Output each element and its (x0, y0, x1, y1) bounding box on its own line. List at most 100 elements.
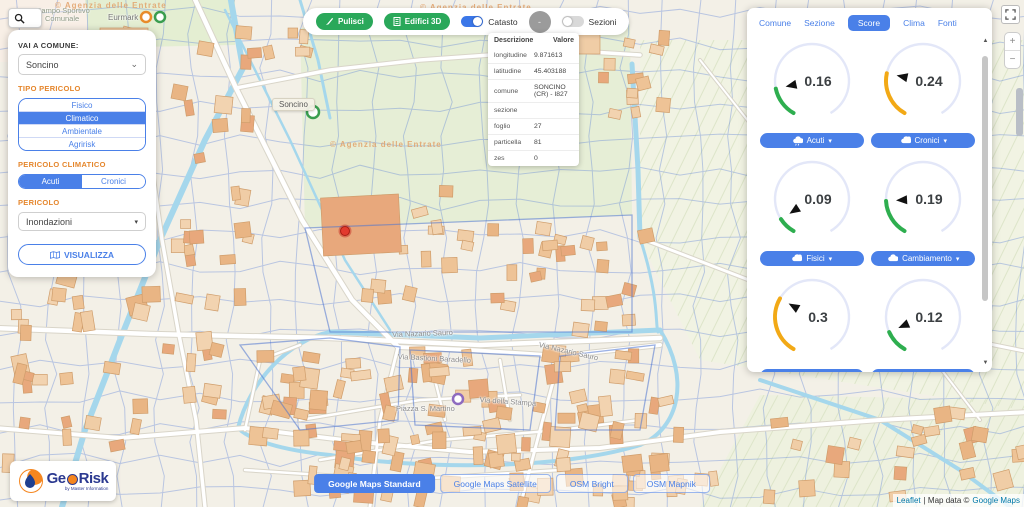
acuti-dropdown-button[interactable]: Acuti ▾ (760, 133, 864, 148)
popup-row-value: 27 (534, 119, 579, 134)
popup-row-value: 9.871613 (534, 48, 579, 63)
popup-row-label: comune (488, 84, 534, 99)
gauge-dial: 0.16 (766, 35, 858, 127)
map-attribution: Leaflet | Map data © Google Maps (893, 494, 1024, 507)
cambiamento-dropdown-button[interactable]: Cambiamento ▾ (871, 251, 975, 266)
comune-select[interactable]: Soncino ⌄ (18, 54, 146, 75)
gauge-pointer (788, 304, 800, 313)
gauge-dial: 0.09 (766, 153, 858, 245)
score-panel: Comune Sezione Score Clima Fonti 0.16 Acuti … (747, 8, 992, 372)
inquinamento-dropdown-button[interactable]: Inquinamento ▾ (760, 369, 864, 372)
popup-row-value (534, 107, 579, 115)
tipo-option-fisico[interactable]: Fisico (19, 99, 145, 111)
tipo-option-climatico[interactable]: Climatico (19, 111, 145, 124)
drop-icon (891, 371, 902, 373)
scrollbar-thumb[interactable] (982, 56, 988, 301)
fisici-dropdown-button[interactable]: Fisici ▾ (760, 251, 864, 266)
popup-row-label: particella (488, 135, 534, 150)
gauge-biodiversità: 0.12 Biodiversità ▾ (869, 271, 979, 372)
search-button[interactable] (8, 8, 42, 28)
logo-text-geo: Ge (47, 471, 66, 486)
sezioni-switch[interactable] (562, 16, 584, 27)
georisk-logo: Ge Risk by Master Information (10, 461, 116, 501)
pericolo-label: PERICOLO (18, 198, 146, 207)
app-window: SoncinoCampo SportivoComunaleEurmark© Ag… (0, 0, 1024, 507)
tipo-option-agririsk[interactable]: Agririsk (19, 137, 145, 150)
tipo-pericolo-label: TIPO PERICOLO (18, 84, 146, 93)
edifici-3d-button[interactable]: Edifici 3D (384, 13, 450, 30)
map-toolbar: Pulisci Edifici 3D Catasto - Sezioni (303, 8, 629, 35)
logo-text-risk: Risk (79, 471, 109, 486)
building-icon (393, 17, 401, 26)
tab-comune[interactable]: Comune (759, 15, 791, 31)
popup-row-label: latitudine (488, 64, 534, 79)
catasto-label: Catasto (488, 17, 517, 27)
pericolo-select-value: Inondazioni (26, 217, 72, 227)
climatico-option-acuti[interactable]: Acuti (19, 175, 82, 188)
tab-clima[interactable]: Clima (903, 15, 925, 31)
logo-tagline: by Master Information (65, 487, 109, 492)
biodiversità-dropdown-button[interactable]: Biodiversità ▾ (871, 369, 975, 372)
zoom-out-button[interactable]: − (1005, 51, 1020, 68)
map-marker[interactable] (339, 225, 352, 238)
sezioni-label: Sezioni (589, 17, 617, 27)
brush-icon (325, 17, 334, 26)
sezioni-toggle[interactable]: Sezioni (562, 16, 617, 27)
google-maps-link[interactable]: Google Maps (972, 496, 1020, 505)
climatico-option-cronici[interactable]: Cronici (82, 175, 145, 188)
scroll-up-icon[interactable]: ▲ (981, 38, 990, 44)
catasto-toggle[interactable]: Catasto (461, 16, 517, 27)
edifici-3d-label: Edifici 3D (405, 17, 441, 26)
gauge-dial: 0.19 (877, 153, 969, 245)
cloud-icon (776, 371, 787, 373)
popup-row-latitudine: latitudine45.403188 (488, 63, 579, 79)
popup-row-value: SONCINO (CR) - I827 (534, 80, 579, 102)
popup-header-descrizione: Descrizione (488, 33, 534, 48)
popup-row-label: foglio (488, 119, 534, 134)
tab-score[interactable]: Score (848, 15, 890, 31)
tipo-pericolo-group: FisicoClimaticoAmbientaleAgririsk (18, 98, 146, 151)
zoom-in-button[interactable]: + (1005, 33, 1020, 51)
leaflet-link[interactable]: Leaflet (897, 496, 921, 505)
cronici-dropdown-button[interactable]: Cronici ▾ (871, 133, 975, 148)
pulisci-button[interactable]: Pulisci (316, 13, 373, 30)
popup-header-valore: Valore (534, 33, 579, 48)
pericolo-select[interactable]: Inondazioni ▾ (18, 212, 146, 231)
panel-scrollbar[interactable]: ▲ ▼ (981, 38, 990, 366)
visualizza-label: VISUALIZZA (64, 250, 114, 260)
scroll-down-icon[interactable]: ▼ (981, 360, 990, 366)
gauge-pointer (897, 73, 909, 82)
gauge-fisici: 0.09 Fisici ▾ (757, 153, 867, 266)
attribution-text: | Map data © (924, 496, 970, 505)
gauge-acuti: 0.16 Acuti ▾ (757, 35, 867, 148)
left-control-panel: VAI A COMUNE: Soncino ⌄ TIPO PERICOLO Fi… (8, 30, 156, 277)
catasto-switch[interactable] (461, 16, 483, 27)
cloud-icon (887, 253, 898, 265)
gauge-cambiamento: 0.19 Cambiamento ▾ (869, 153, 979, 266)
globe-icon (67, 474, 78, 485)
visualizza-button[interactable]: VISUALIZZA (18, 244, 146, 265)
gauge-value: 0.16 (804, 73, 831, 89)
basemap-osm-bright[interactable]: OSM Bright (556, 474, 628, 493)
gauge-pointer (896, 195, 907, 204)
caret-down-icon: ▾ (943, 137, 947, 145)
popup-row-sezione: sezione (488, 102, 579, 118)
fullscreen-button[interactable] (1001, 5, 1020, 24)
tab-fonti[interactable]: Fonti (938, 15, 957, 31)
basemap-osm-mapnik[interactable]: OSM Mapnik (633, 474, 710, 493)
basemap-google-maps-standard[interactable]: Google Maps Standard (314, 474, 435, 493)
tab-sezione[interactable]: Sezione (804, 15, 835, 31)
page-scrollbar-thumb[interactable] (1016, 88, 1023, 136)
minus-circle-button[interactable]: - (529, 11, 551, 33)
gauge-dial: 0.12 (877, 271, 969, 363)
gauge-button-label: Fisici (806, 254, 824, 263)
popup-row-value: 81 (534, 135, 579, 150)
basemap-google-maps-satellite[interactable]: Google Maps Satellite (440, 474, 551, 493)
gauge-dial: 0.24 (877, 35, 969, 127)
gauge-inquinamento: 0.3 Inquinamento ▾ (757, 271, 867, 372)
score-panel-tabs: Comune Sezione Score Clima Fonti (747, 8, 992, 33)
tipo-option-ambientale[interactable]: Ambientale (19, 124, 145, 137)
zoom-control: + − (1004, 32, 1021, 69)
map-icon (50, 251, 60, 259)
pericolo-climatico-segmented: AcutiCronici (18, 174, 146, 189)
